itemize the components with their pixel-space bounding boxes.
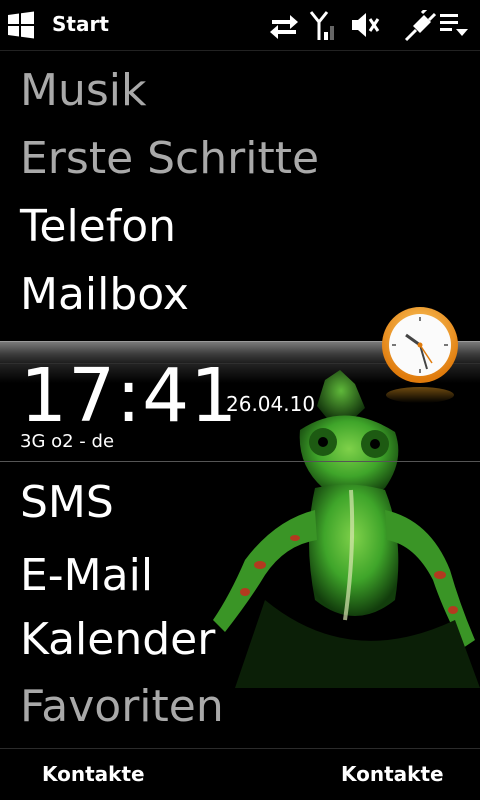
signal-strength-icon[interactable] (309, 10, 337, 42)
clock-time[interactable]: 17:41 (20, 354, 238, 438)
menu-item-email[interactable]: E-Mail (20, 551, 153, 601)
menu-item-kalender[interactable]: Kalender (20, 615, 215, 665)
speaker-muted-icon[interactable] (350, 10, 382, 40)
chameleon-wallpaper (213, 370, 480, 688)
charging-plug-icon[interactable] (402, 10, 436, 42)
title-bar-label: Start (52, 12, 109, 36)
menu-item-erste-schritte[interactable]: Erste Schritte (20, 134, 319, 184)
softkey-left[interactable]: Kontakte (42, 762, 145, 786)
softkey-bar-divider (0, 748, 480, 749)
clock-date: 26.04.10 (226, 392, 316, 416)
analog-clock-icon[interactable] (380, 305, 460, 405)
data-sync-icon[interactable] (268, 10, 300, 40)
windows-logo-icon[interactable] (6, 11, 36, 39)
menu-item-favoriten[interactable]: Favoriten (20, 682, 224, 732)
menu-item-mailbox[interactable]: Mailbox (20, 270, 189, 320)
clock-separator (0, 461, 480, 462)
title-bar: Start (0, 0, 480, 51)
menu-item-telefon[interactable]: Telefon (20, 202, 176, 252)
network-operator: 3G o2 - de (20, 431, 115, 452)
softkey-right[interactable]: Kontakte (341, 762, 444, 786)
menu-item-sms[interactable]: SMS (20, 478, 114, 528)
menu-item-musik[interactable]: Musik (20, 66, 146, 116)
menu-dropdown-icon[interactable] (438, 10, 470, 40)
